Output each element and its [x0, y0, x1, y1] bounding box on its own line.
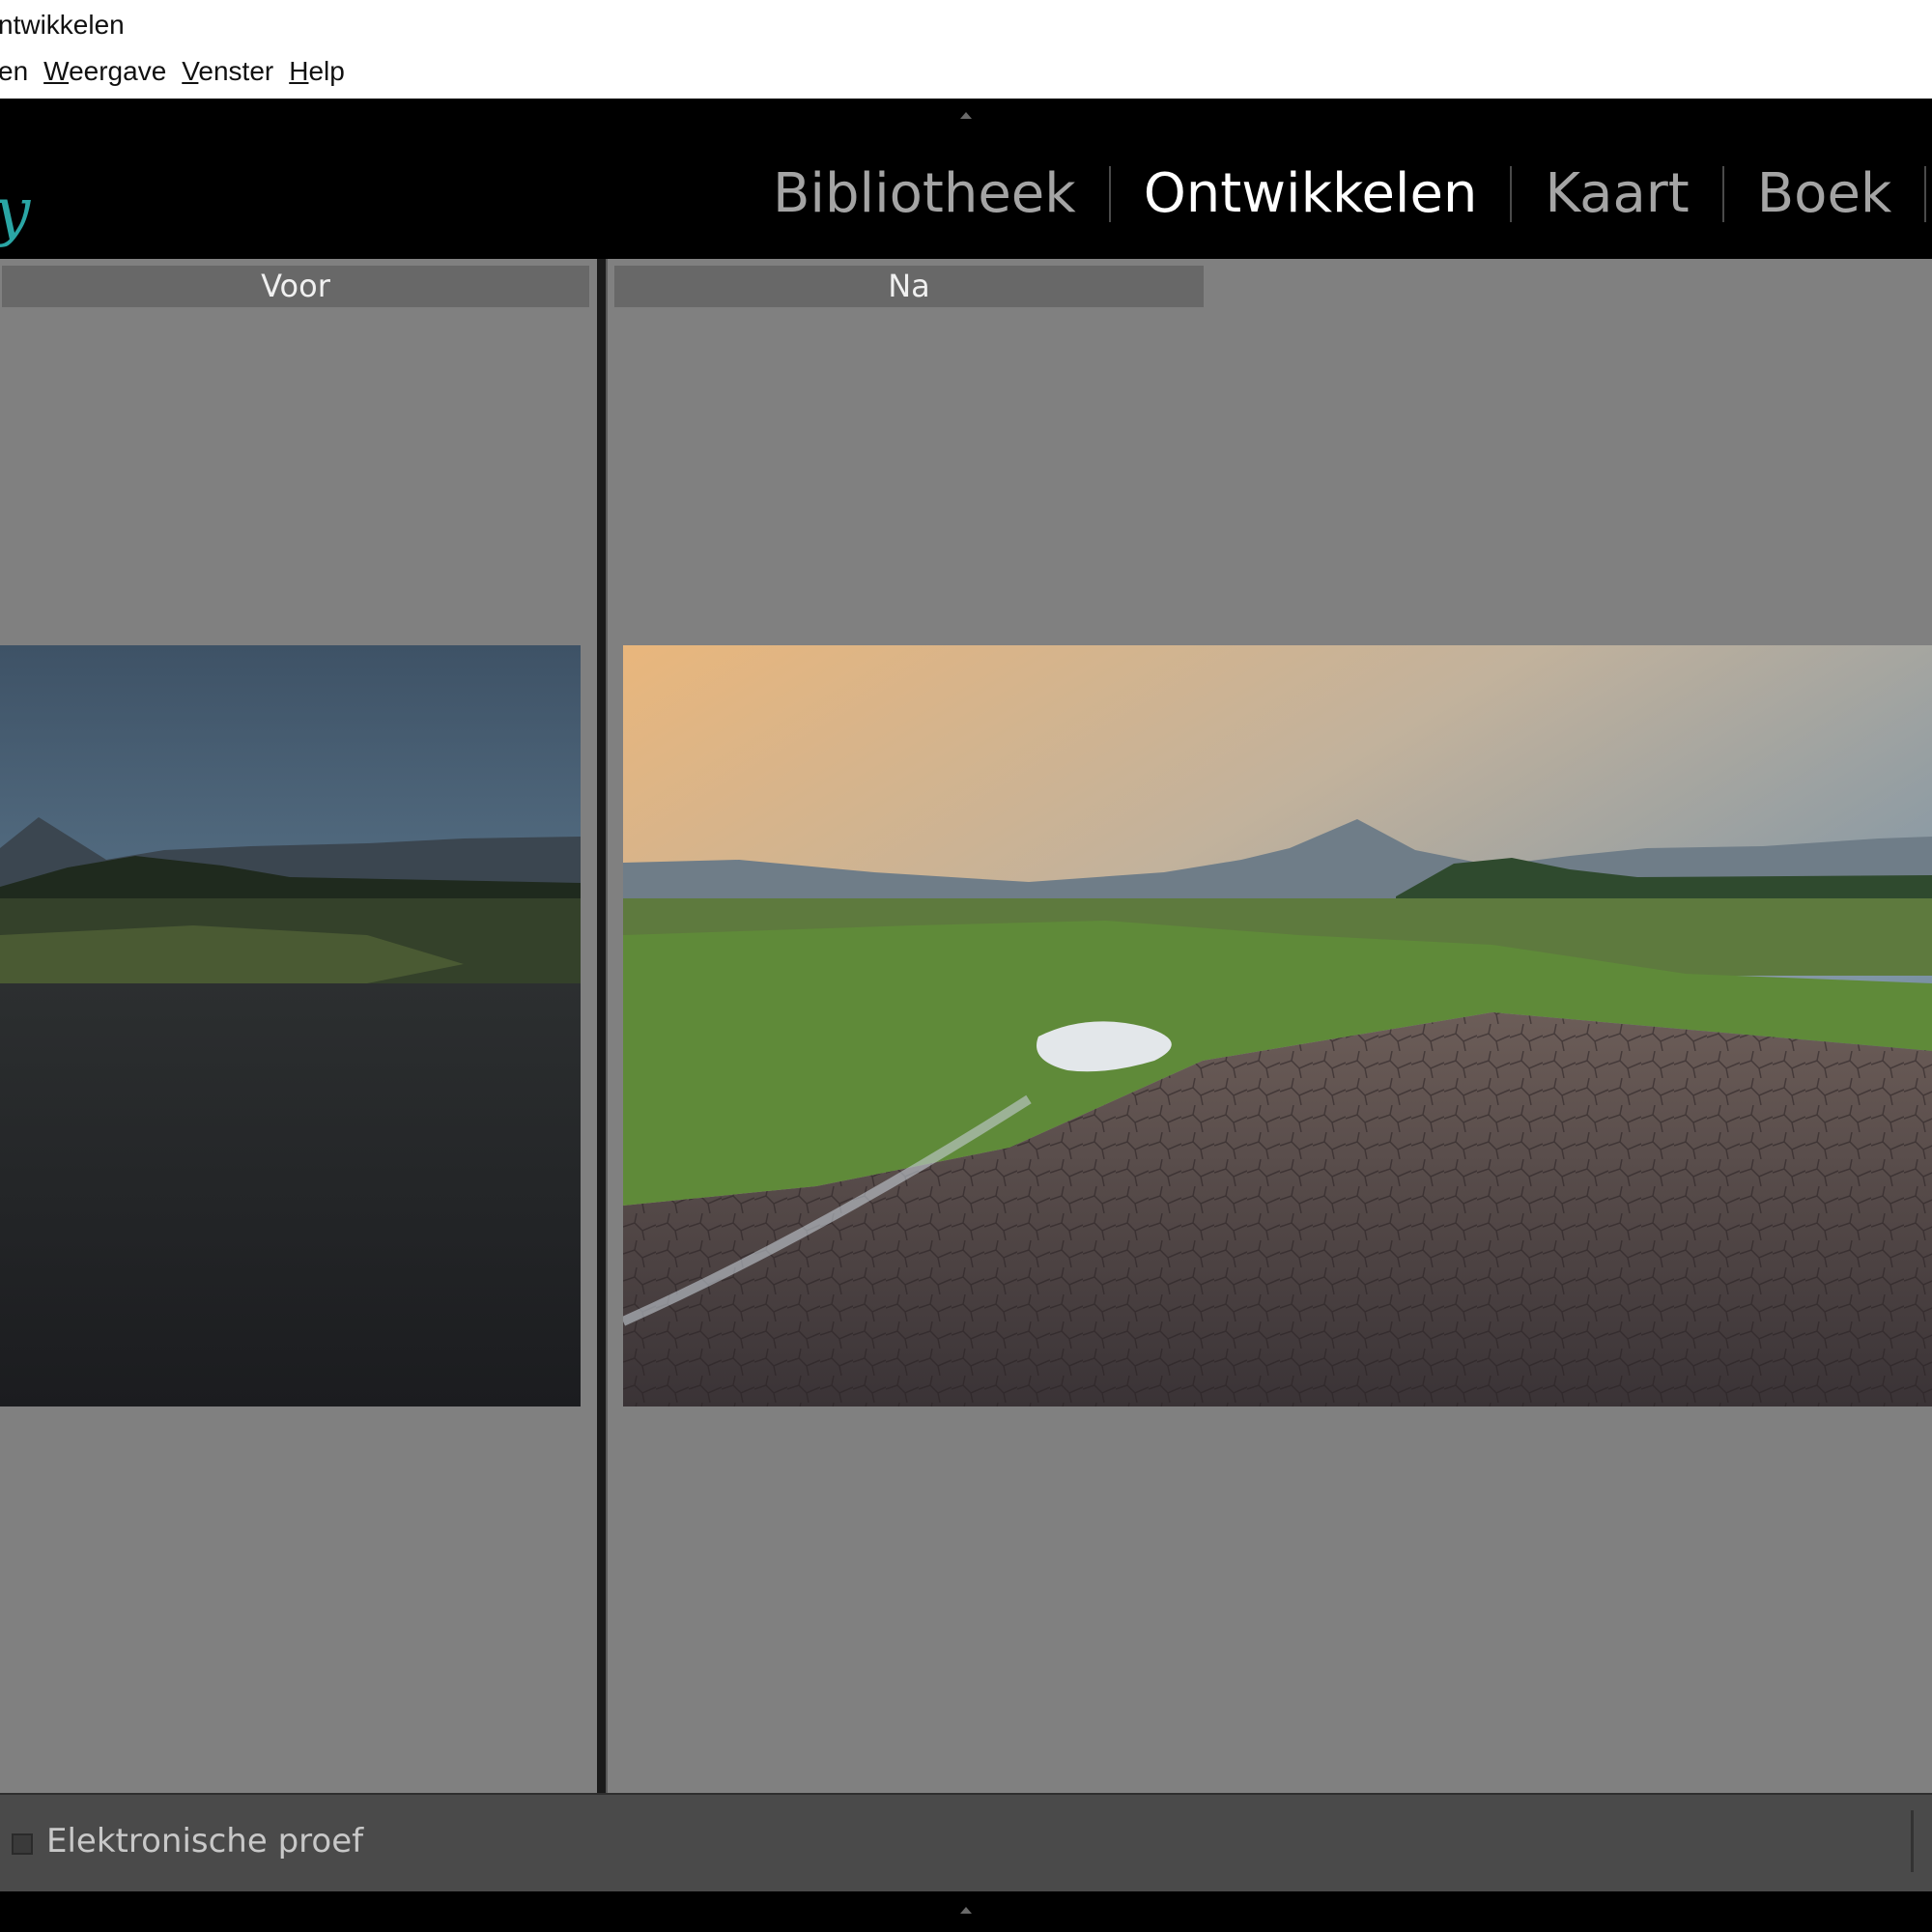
soft-proof-checkbox[interactable]: [12, 1833, 33, 1855]
module-divider: [1510, 165, 1513, 222]
after-photo[interactable]: [623, 645, 1932, 1406]
window-title: ntwikkelen: [0, 10, 125, 40]
toolbar-edge: [1911, 1810, 1914, 1872]
tab-boek[interactable]: Boek: [1757, 162, 1892, 225]
tab-bibliotheek[interactable]: Bibliotheek: [773, 162, 1076, 225]
menu-bar: en Weergave Venster Help: [0, 56, 360, 87]
pane-divider-line: [606, 259, 608, 1793]
module-divider: [1924, 165, 1927, 222]
module-picker: Bibliotheek Ontwikkelen Kaart Boek F: [773, 162, 1932, 225]
identity-plate: y: [0, 180, 30, 243]
menu-item-venster[interactable]: Venster: [182, 56, 273, 87]
tab-ontwikkelen[interactable]: Ontwikkelen: [1144, 162, 1478, 225]
menu-item-help[interactable]: Help: [289, 56, 345, 87]
collapse-top-panel-icon[interactable]: [960, 112, 972, 119]
module-divider: [1108, 165, 1111, 222]
after-label: Na: [614, 266, 1204, 307]
before-label: Voor: [2, 266, 589, 307]
menu-item-weergave[interactable]: Weergave: [43, 56, 166, 87]
collapse-bottom-panel-icon[interactable]: [960, 1907, 972, 1914]
soft-proof-label[interactable]: Elektronische proef: [46, 1822, 363, 1861]
tab-kaart[interactable]: Kaart: [1545, 162, 1689, 225]
module-divider: [1721, 165, 1724, 222]
before-photo[interactable]: [0, 645, 581, 1406]
menu-item-partial[interactable]: en: [0, 56, 28, 87]
